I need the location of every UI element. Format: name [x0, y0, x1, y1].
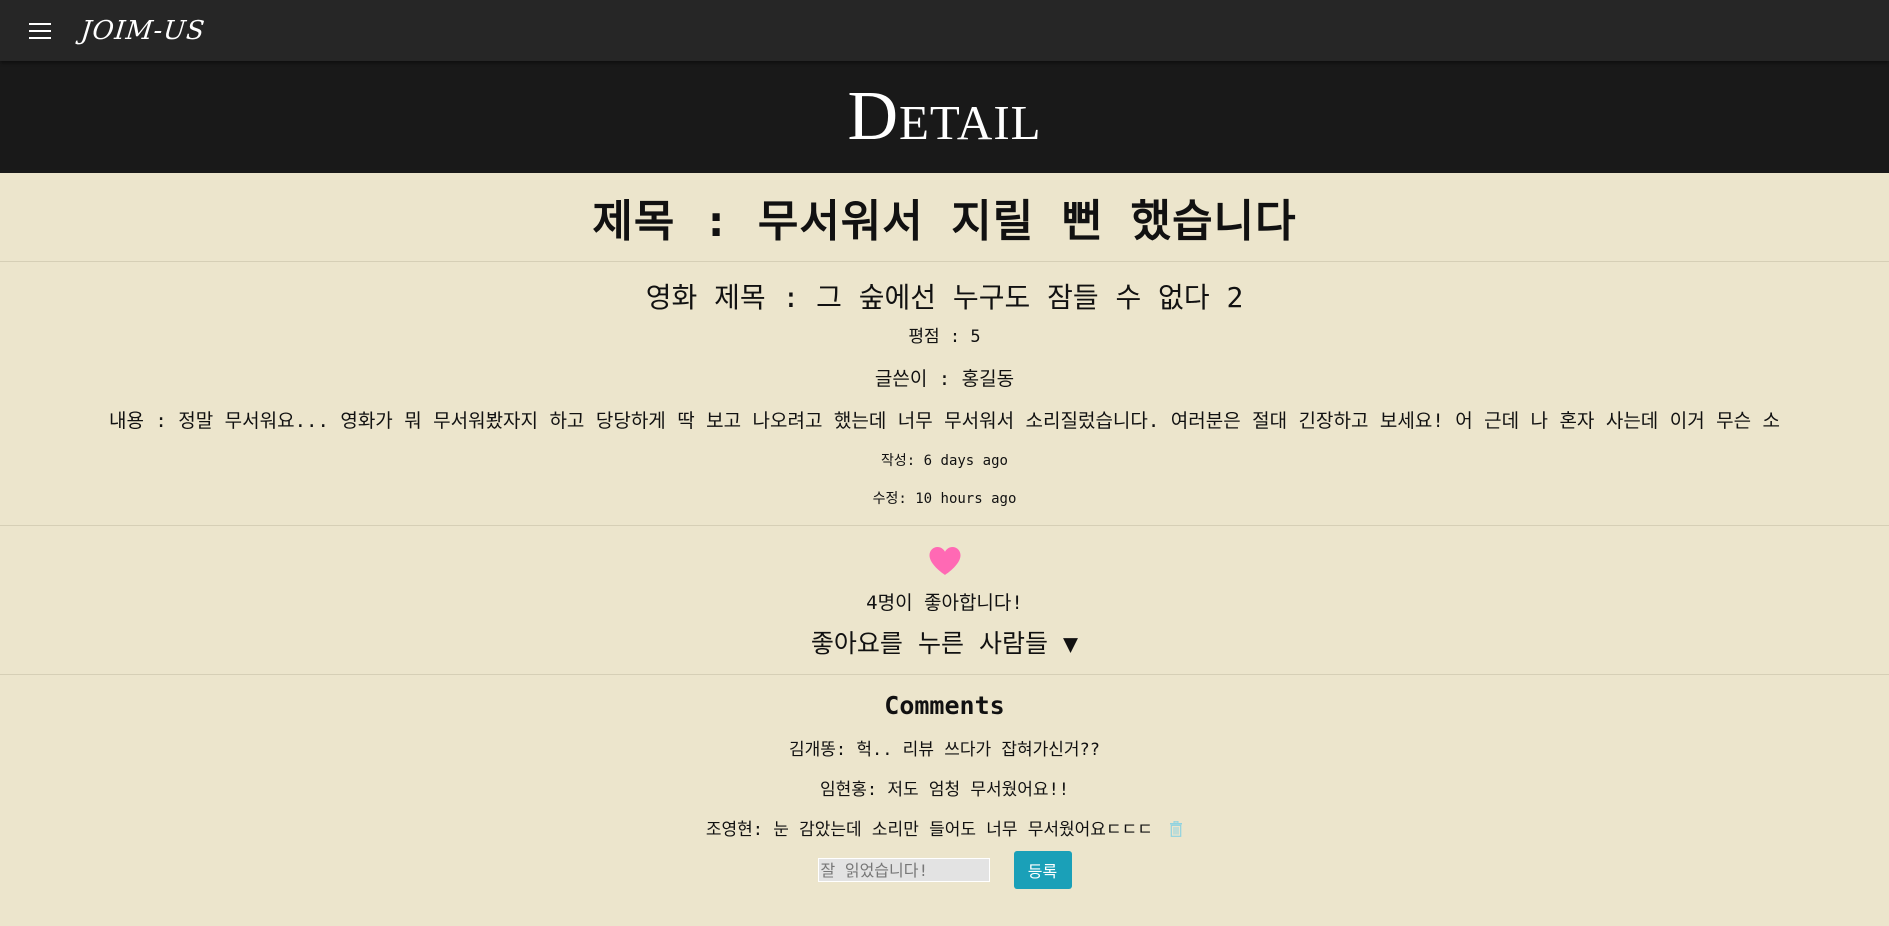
comment-text: 조영현: 눈 감았는데 소리만 들어도 너무 무서웠어요ㄷㄷㄷ [705, 820, 1153, 840]
comments-title: Comments [884, 691, 1005, 720]
comment-input[interactable] [817, 858, 990, 882]
trash-icon[interactable] [1169, 821, 1183, 837]
post-content: 내용 : 정말 무서워요... 영화가 뭐 무서워봤자지 하고 당당하게 딱 보… [108, 410, 1780, 432]
hamburger-menu-icon[interactable] [29, 22, 51, 39]
created-time: 작성: 6 days ago [881, 453, 1008, 469]
comment-form: 등록 [0, 851, 1889, 889]
heart-icon[interactable] [928, 546, 962, 576]
movie-title: 영화 제목 : 그 숲에선 누구도 잠들 수 없다 2 [645, 281, 1244, 314]
modified-time: 수정: 10 hours ago [872, 491, 1017, 507]
rating: 평점 : 5 [908, 327, 981, 347]
page-title: Detail [847, 78, 1042, 155]
comment-text: 임현홍: 저도 엄청 무서웠어요!! [819, 780, 1070, 800]
navbar: JOIM-US [0, 0, 1889, 61]
submit-comment-button[interactable]: 등록 [1013, 851, 1072, 889]
brand-logo[interactable]: JOIM-US [79, 16, 206, 46]
post-title: 제목 : 무서워서 지릴 뻔 했습니다 [592, 196, 1297, 247]
hero-banner: Detail [0, 61, 1889, 173]
comment-item: 김개똥: 헉.. 리뷰 쓰다가 잡혀가신거?? [0, 735, 1889, 760]
comment-text: 김개똥: 헉.. 리뷰 쓰다가 잡혀가신거?? [788, 740, 1101, 760]
comments-section: Comments 김개똥: 헉.. 리뷰 쓰다가 잡혀가신거?? 임현홍: 저도… [0, 675, 1889, 925]
post-info-section: 영화 제목 : 그 숲에선 누구도 잠들 수 없다 2 평점 : 5 글쓴이 :… [0, 262, 1889, 526]
comment-item: 조영현: 눈 감았는데 소리만 들어도 너무 무서웠어요ㄷㄷㄷ [0, 815, 1889, 840]
like-count: 4명이 좋아합니다! [866, 592, 1023, 614]
post-title-section: 제목 : 무서워서 지릴 뻔 했습니다 [0, 173, 1889, 262]
author: 글쓴이 : 홍길동 [874, 368, 1015, 390]
likers-toggle[interactable]: 좋아요를 누른 사람들 ▼ [0, 624, 1889, 660]
comment-item: 임현홍: 저도 엄청 무서웠어요!! [0, 775, 1889, 800]
like-section: 4명이 좋아합니다! 좋아요를 누른 사람들 ▼ [0, 526, 1889, 675]
